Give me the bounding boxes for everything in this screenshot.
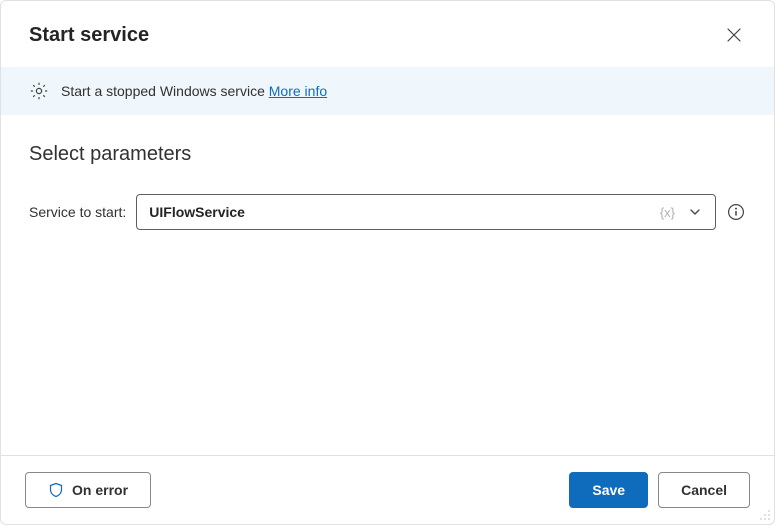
section-title: Select parameters: [29, 143, 746, 166]
on-error-button[interactable]: On error: [25, 472, 151, 508]
service-to-start-combobox[interactable]: UIFlowService {x}: [136, 194, 716, 230]
cancel-label: Cancel: [681, 482, 727, 498]
gear-icon: [29, 81, 49, 101]
close-button[interactable]: [718, 19, 750, 51]
description-text: Start a stopped Windows service More inf…: [61, 83, 327, 99]
description-strip: Start a stopped Windows service More inf…: [1, 67, 774, 115]
more-info-link[interactable]: More info: [269, 83, 327, 99]
close-icon: [727, 28, 741, 42]
save-button[interactable]: Save: [569, 472, 648, 508]
dropdown-toggle[interactable]: [683, 200, 707, 224]
info-icon: [727, 203, 745, 221]
cancel-button[interactable]: Cancel: [658, 472, 750, 508]
resize-handle-icon[interactable]: [759, 509, 771, 521]
save-label: Save: [592, 482, 625, 498]
dialog-header: Start service: [1, 1, 774, 67]
shield-icon: [48, 482, 64, 498]
dialog-title: Start service: [29, 24, 149, 47]
chevron-down-icon: [688, 205, 702, 219]
description-text-value: Start a stopped Windows service: [61, 83, 265, 99]
param-info-button[interactable]: [726, 202, 746, 222]
service-value: UIFlowService: [149, 204, 652, 220]
dialog-body: Select parameters Service to start: UIFl…: [1, 115, 774, 455]
param-label: Service to start:: [29, 204, 126, 220]
dialog-footer: On error Save Cancel: [1, 455, 774, 524]
on-error-label: On error: [72, 482, 128, 498]
dialog: Start service Start a stopped Windows se…: [0, 0, 775, 525]
variable-token-button[interactable]: {x}: [658, 205, 677, 220]
param-row-service: Service to start: UIFlowService {x}: [29, 194, 746, 230]
